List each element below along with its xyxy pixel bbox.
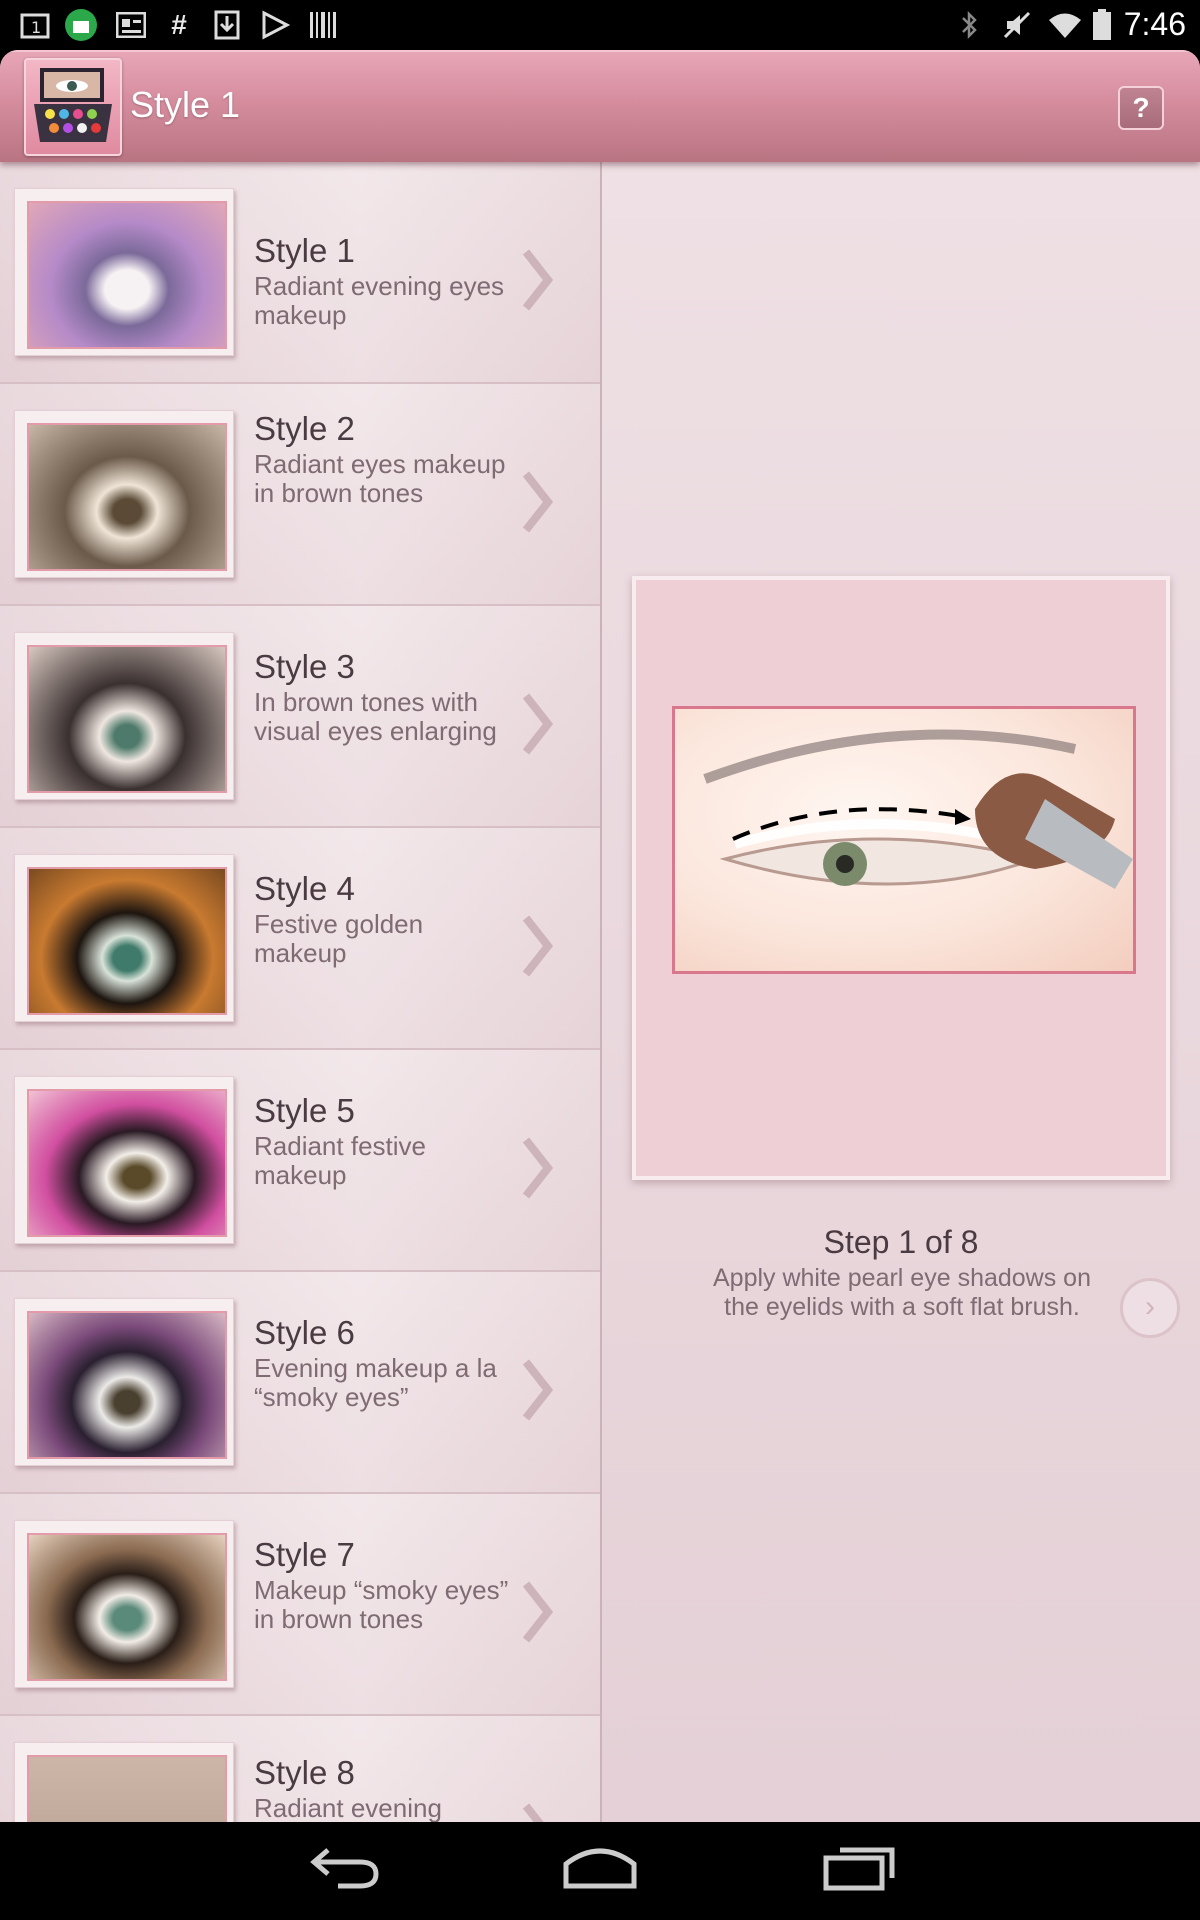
- list-item-style-7[interactable]: Style 7 Makeup “smoky eyes” in brown ton…: [0, 1494, 600, 1716]
- eye-illustration: [703, 729, 1133, 889]
- home-icon[interactable]: [562, 1842, 638, 1892]
- navigation-bar: [0, 1822, 1200, 1920]
- chevron-right-icon: [522, 693, 554, 755]
- eye-thumbnail: [27, 1311, 227, 1459]
- thumbnail-frame: [14, 1298, 234, 1466]
- chevron-right-icon: [522, 1137, 554, 1199]
- chevron-right-icon: [522, 915, 554, 977]
- style-list[interactable]: Style 1 Radiant evening eyes makeup Styl…: [0, 162, 602, 1822]
- list-item-subtitle: Radiant evening eyes makeup: [254, 271, 505, 330]
- chevron-right-icon: [522, 249, 554, 311]
- barcode-icon: [306, 10, 340, 40]
- list-item-subtitle: Festive golden makeup: [254, 909, 424, 968]
- list-item-style-3[interactable]: Style 3 In brown tones with visual eyes …: [0, 606, 600, 828]
- eye-thumbnail: [27, 423, 227, 571]
- bluetooth-icon: [954, 10, 984, 40]
- thumbnail-frame: [14, 188, 234, 356]
- eye-thumbnail: [27, 201, 227, 349]
- list-item-title: Style 5: [254, 1092, 355, 1129]
- list-item-subtitle: Radiant eyes makeup in brown tones: [254, 449, 506, 508]
- list-item-title: Style 8: [254, 1754, 355, 1791]
- list-item-title: Style 2: [254, 410, 355, 447]
- page-title: Style 1: [130, 84, 241, 125]
- thumbnail-frame: [14, 632, 234, 800]
- step-image-card: [632, 576, 1170, 1180]
- list-item-style-5[interactable]: Style 5 Radiant festive makeup: [0, 1050, 600, 1272]
- list-item-subtitle: Evening makeup a la “smoky eyes”: [254, 1353, 497, 1412]
- wifi-icon: [1046, 10, 1084, 40]
- next-step-button[interactable]: ›: [1120, 1278, 1180, 1338]
- calendar-icon: 1: [18, 10, 52, 40]
- thumbnail-frame: [14, 1520, 234, 1688]
- download-icon: [210, 10, 244, 40]
- list-item-title: Style 3: [254, 648, 355, 685]
- help-button[interactable]: ?: [1118, 86, 1164, 130]
- list-item-style-1[interactable]: Style 1 Radiant evening eyes makeup: [0, 162, 600, 384]
- app-window: Style 1 ? Style 1 Radiant evening eyes m…: [0, 50, 1200, 1822]
- mute-icon: [1000, 10, 1034, 40]
- chevron-right-icon: [522, 1803, 544, 1822]
- makeup-palette-icon[interactable]: [24, 58, 122, 156]
- list-item-subtitle: Makeup “smoky eyes” in brown tones: [254, 1575, 509, 1634]
- svg-text:1: 1: [31, 18, 41, 37]
- list-item-subtitle: Radiant festive makeup: [254, 1131, 426, 1190]
- chevron-right-icon: [522, 471, 554, 533]
- list-item-style-6[interactable]: Style 6 Evening makeup a la “smoky eyes”: [0, 1272, 600, 1494]
- android-market-icon: [64, 9, 98, 41]
- play-store-icon: [258, 10, 292, 40]
- list-item-style-2[interactable]: Style 2 Radiant eyes makeup in brown ton…: [0, 384, 600, 606]
- back-icon[interactable]: [308, 1842, 382, 1892]
- thumbnail-frame: [14, 1076, 234, 1244]
- action-bar: Style 1 ?: [0, 50, 1200, 162]
- eye-thumbnail: [27, 645, 227, 793]
- step-description: Apply white pearl eye shadows on the eye…: [712, 1264, 1091, 1321]
- status-time: 7:46: [1123, 6, 1186, 42]
- eye-thumbnail: [27, 1533, 227, 1681]
- list-item-title: Style 4: [254, 870, 355, 907]
- list-item-title: Style 6: [254, 1314, 355, 1351]
- thumbnail-frame: [14, 1742, 234, 1822]
- eye-thumbnail: [27, 867, 227, 1015]
- thumbnail-frame: [14, 854, 234, 1022]
- list-item-subtitle: In brown tones with visual eyes enlargin…: [254, 687, 497, 746]
- news-icon: [114, 10, 148, 40]
- eye-thumbnail: [27, 1755, 227, 1822]
- list-item-style-4[interactable]: Style 4 Festive golden makeup: [0, 828, 600, 1050]
- chevron-right-icon: [522, 1359, 554, 1421]
- step-photo: [672, 706, 1136, 974]
- list-item-title: Style 7: [254, 1536, 355, 1573]
- status-bar: 1 # 7:46: [0, 0, 1200, 50]
- step-detail-panel: Step 1 of 8 Apply white pearl eye shadow…: [602, 162, 1200, 1822]
- battery-icon: [1090, 9, 1114, 40]
- list-item-style-8[interactable]: Style 8 Radiant evening: [0, 1716, 600, 1822]
- thumbnail-frame: [14, 410, 234, 578]
- eye-thumbnail: [27, 1089, 227, 1237]
- list-item-subtitle: Radiant evening: [254, 1793, 442, 1823]
- list-item-title: Style 1: [254, 232, 355, 269]
- recent-apps-icon[interactable]: [822, 1842, 898, 1892]
- hashtag-icon: #: [171, 9, 187, 40]
- chevron-right-icon: [522, 1581, 554, 1643]
- step-title: Step 1 of 8: [823, 1224, 979, 1260]
